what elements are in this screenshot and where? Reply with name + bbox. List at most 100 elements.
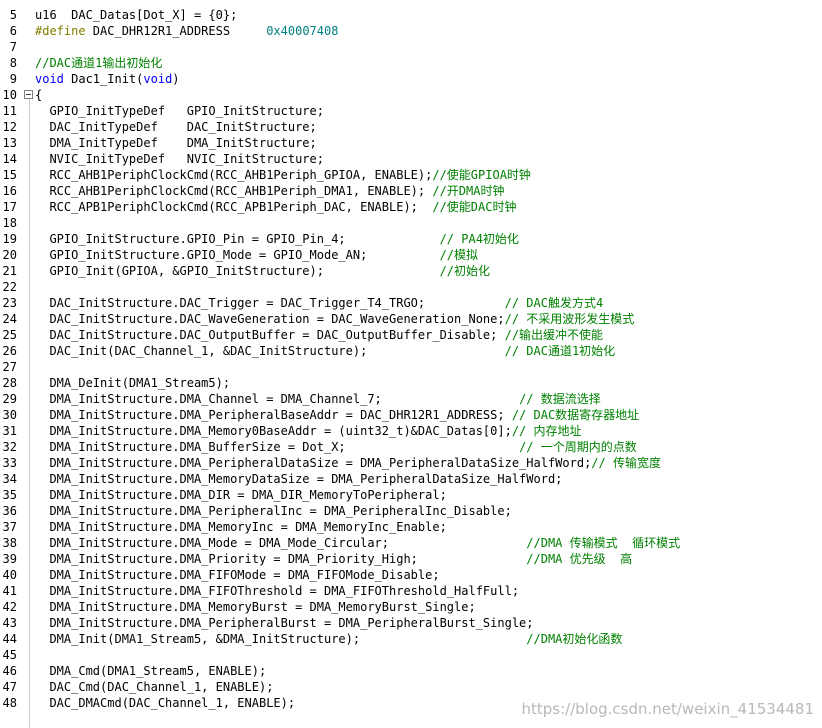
code-text: void Dac1_Init(void) <box>35 71 180 87</box>
code-line[interactable]: 10 { <box>0 87 822 103</box>
code-line[interactable]: 25 DAC_InitStructure.DAC_OutputBuffer = … <box>0 327 822 343</box>
code-comment: //DMA初始化函数 <box>526 632 623 646</box>
code-token: DMA_InitTypeDef DMA_InitStructure; <box>35 136 317 150</box>
code-token: DAC_DHR12R1_ADDRESS <box>85 24 267 38</box>
line-number: 32 <box>2 440 17 454</box>
code-line[interactable]: 37 DMA_InitStructure.DMA_MemoryInc = DMA… <box>0 519 822 535</box>
code-line[interactable]: 28 DMA_DeInit(DMA1_Stream5); <box>0 375 822 391</box>
code-text: DMA_InitStructure.DMA_MemoryDataSize = D… <box>35 471 562 487</box>
line-number: 41 <box>2 584 17 598</box>
line-number: 7 <box>9 40 17 54</box>
code-comment: //开DMA时钟 <box>432 184 505 198</box>
line-number: 22 <box>2 280 17 294</box>
code-line[interactable]: 6 #define DAC_DHR12R1_ADDRESS 0x40007408 <box>0 23 822 39</box>
code-token: DAC_DMACmd(DAC_Channel_1, ENABLE); <box>35 696 296 710</box>
code-token: GPIO_Init(GPIOA, &GPIO_InitStructure); <box>35 264 440 278</box>
code-line[interactable]: 34 DMA_InitStructure.DMA_MemoryDataSize … <box>0 471 822 487</box>
code-line[interactable]: 38 DMA_InitStructure.DMA_Mode = DMA_Mode… <box>0 535 822 551</box>
line-number: 21 <box>2 264 17 278</box>
code-line[interactable]: 22 <box>0 279 822 295</box>
code-line[interactable]: 19 GPIO_InitStructure.GPIO_Pin = GPIO_Pi… <box>0 231 822 247</box>
code-line[interactable]: 47 DAC_Cmd(DAC_Channel_1, ENABLE); <box>0 679 822 695</box>
code-line[interactable]: 35 DMA_InitStructure.DMA_DIR = DMA_DIR_M… <box>0 487 822 503</box>
code-line[interactable]: 32 DMA_InitStructure.DMA_BufferSize = Do… <box>0 439 822 455</box>
code-comment: //DMA 传输模式 循环模式 <box>526 536 681 550</box>
code-line[interactable]: 46 DMA_Cmd(DMA1_Stream5, ENABLE); <box>0 663 822 679</box>
code-line[interactable]: 21 GPIO_Init(GPIOA, &GPIO_InitStructure)… <box>0 263 822 279</box>
code-line[interactable]: 23 DAC_InitStructure.DAC_Trigger = DAC_T… <box>0 295 822 311</box>
line-number: 47 <box>2 680 17 694</box>
code-comment: //使能GPIOA时钟 <box>432 168 531 182</box>
code-line[interactable]: 17 RCC_APB1PeriphClockCmd(RCC_APB1Periph… <box>0 199 822 215</box>
line-number: 38 <box>2 536 17 550</box>
code-token: DMA_InitStructure.DMA_PeripheralInc = DM… <box>35 504 512 518</box>
code-line[interactable]: 24 DAC_InitStructure.DAC_WaveGeneration … <box>0 311 822 327</box>
code-comment: //初始化 <box>439 264 491 278</box>
code-token: DAC_Cmd(DAC_Channel_1, ENABLE); <box>35 680 274 694</box>
code-text: DMA_InitStructure.DMA_BufferSize = Dot_X… <box>35 439 637 455</box>
code-token: DMA_InitStructure.DMA_MemoryInc = DMA_Me… <box>35 520 447 534</box>
code-line[interactable]: 33 DMA_InitStructure.DMA_PeripheralDataS… <box>0 455 822 471</box>
line-number: 19 <box>2 232 17 246</box>
code-token: DMA_InitStructure.DMA_Priority = DMA_Pri… <box>35 552 527 566</box>
code-text: DAC_InitStructure.DAC_OutputBuffer = DAC… <box>35 327 603 343</box>
code-text: GPIO_InitStructure.GPIO_Pin = GPIO_Pin_4… <box>35 231 519 247</box>
watermark: https://blog.csdn.net/weixin_41534481 <box>521 700 814 718</box>
line-number: 34 <box>2 472 17 486</box>
line-number: 16 <box>2 184 17 198</box>
code-token: DMA_InitStructure.DMA_FIFOThreshold = DM… <box>35 584 520 598</box>
code-line[interactable]: 43 DMA_InitStructure.DMA_PeripheralBurst… <box>0 615 822 631</box>
code-text: #define DAC_DHR12R1_ADDRESS 0x40007408 <box>35 23 338 39</box>
code-comment: // 一个周期内的点数 <box>519 440 637 454</box>
line-number: 35 <box>2 488 17 502</box>
code-text: DMA_InitStructure.DMA_PeripheralBurst = … <box>35 615 533 631</box>
code-line[interactable]: 8 //DAC通道1输出初始化 <box>0 55 822 71</box>
code-comment: //DMA 优先级 高 <box>526 552 633 566</box>
code-token: DMA_InitStructure.DMA_PeripheralDataSize… <box>35 456 592 470</box>
code-text: DMA_Init(DMA1_Stream5, &DMA_InitStructur… <box>35 631 622 647</box>
code-line[interactable]: 12 DAC_InitTypeDef DAC_InitStructure; <box>0 119 822 135</box>
code-text: DAC_Init(DAC_Channel_1, &DAC_InitStructu… <box>35 343 615 359</box>
code-token: void <box>35 72 64 86</box>
code-comment: // 不采用波形发生模式 <box>504 312 635 326</box>
code-line[interactable]: 16 RCC_AHB1PeriphClockCmd(RCC_AHB1Periph… <box>0 183 822 199</box>
code-line[interactable]: 20 GPIO_InitStructure.GPIO_Mode = GPIO_M… <box>0 247 822 263</box>
code-token: DMA_Init(DMA1_Stream5, &DMA_InitStructur… <box>35 632 527 646</box>
code-token: DMA_InitStructure.DMA_Memory0BaseAddr = … <box>35 424 512 438</box>
code-token: DAC_InitTypeDef DAC_InitStructure; <box>35 120 317 134</box>
code-line[interactable]: 30 DMA_InitStructure.DMA_PeripheralBaseA… <box>0 407 822 423</box>
code-text: NVIC_InitTypeDef NVIC_InitStructure; <box>35 151 324 167</box>
code-token: NVIC_InitTypeDef NVIC_InitStructure; <box>35 152 324 166</box>
line-number: 26 <box>2 344 17 358</box>
code-line[interactable]: 27 <box>0 359 822 375</box>
code-line[interactable]: 36 DMA_InitStructure.DMA_PeripheralInc =… <box>0 503 822 519</box>
code-text: DMA_InitStructure.DMA_DIR = DMA_DIR_Memo… <box>35 487 446 503</box>
line-number: 5 <box>9 8 17 22</box>
code-editor[interactable]: 5 u16 DAC_Datas[Dot_X] = {0}; 6 #define DAC… <box>0 0 822 728</box>
code-line[interactable]: 14 NVIC_InitTypeDef NVIC_InitStructure; <box>0 151 822 167</box>
code-text: GPIO_InitStructure.GPIO_Mode = GPIO_Mode… <box>35 247 478 263</box>
code-text: DMA_InitTypeDef DMA_InitStructure; <box>35 135 317 151</box>
code-line[interactable]: 42 DMA_InitStructure.DMA_MemoryBurst = D… <box>0 599 822 615</box>
code-line[interactable]: 18 <box>0 215 822 231</box>
code-line[interactable]: 7 <box>0 39 822 55</box>
code-line[interactable]: 26 DAC_Init(DAC_Channel_1, &DAC_InitStru… <box>0 343 822 359</box>
code-line[interactable]: 41 DMA_InitStructure.DMA_FIFOThreshold =… <box>0 583 822 599</box>
code-line[interactable]: 45 <box>0 647 822 663</box>
code-line[interactable]: 11 GPIO_InitTypeDef GPIO_InitStructure; <box>0 103 822 119</box>
code-text: RCC_AHB1PeriphClockCmd(RCC_AHB1Periph_GP… <box>35 167 531 183</box>
code-line[interactable]: 44 DMA_Init(DMA1_Stream5, &DMA_InitStruc… <box>0 631 822 647</box>
code-line[interactable]: 29 DMA_InitStructure.DMA_Channel = DMA_C… <box>0 391 822 407</box>
code-line[interactable]: 31 DMA_InitStructure.DMA_Memory0BaseAddr… <box>0 423 822 439</box>
line-number: 33 <box>2 456 17 470</box>
code-line[interactable]: 13 DMA_InitTypeDef DMA_InitStructure; <box>0 135 822 151</box>
code-comment: // 内存地址 <box>511 424 582 438</box>
code-token: RCC_AHB1PeriphClockCmd(RCC_AHB1Periph_DM… <box>35 184 433 198</box>
code-line[interactable]: 40 DMA_InitStructure.DMA_FIFOMode = DMA_… <box>0 567 822 583</box>
code-token: DAC_InitStructure.DAC_OutputBuffer = DAC… <box>35 328 505 342</box>
code-line[interactable]: 5 u16 DAC_Datas[Dot_X] = {0}; <box>0 7 822 23</box>
code-line[interactable]: 9 void Dac1_Init(void) <box>0 71 822 87</box>
code-line[interactable]: 39 DMA_InitStructure.DMA_Priority = DMA_… <box>0 551 822 567</box>
line-number: 39 <box>2 552 17 566</box>
code-line[interactable]: 15 RCC_AHB1PeriphClockCmd(RCC_AHB1Periph… <box>0 167 822 183</box>
